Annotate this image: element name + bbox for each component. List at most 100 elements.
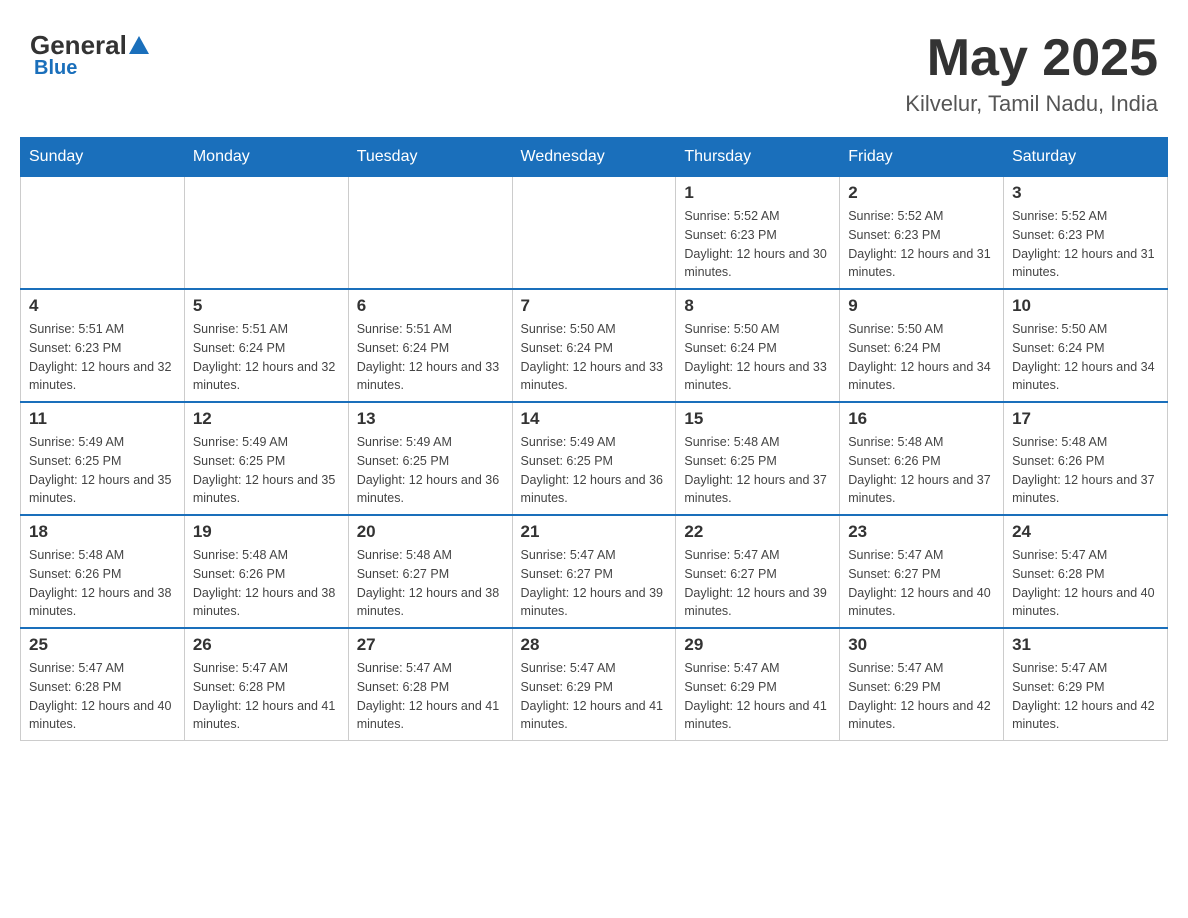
- day-info: Sunrise: 5:48 AMSunset: 6:26 PMDaylight:…: [193, 546, 340, 621]
- logo: General Blue: [30, 30, 149, 80]
- col-saturday: Saturday: [1004, 138, 1168, 177]
- table-row: 7 Sunrise: 5:50 AMSunset: 6:24 PMDaylight…: [512, 289, 676, 402]
- table-row: 13 Sunrise: 5:49 AMSunset: 6:25 PMDayligh…: [348, 402, 512, 515]
- day-number: 11: [29, 409, 176, 429]
- day-info: Sunrise: 5:50 AMSunset: 6:24 PMDaylight:…: [684, 320, 831, 395]
- day-number: 3: [1012, 183, 1159, 203]
- table-row: 11 Sunrise: 5:49 AMSunset: 6:25 PMDayligh…: [21, 402, 185, 515]
- day-number: 4: [29, 296, 176, 316]
- day-number: 18: [29, 522, 176, 542]
- day-info: Sunrise: 5:49 AMSunset: 6:25 PMDaylight:…: [521, 433, 668, 508]
- table-row: 19 Sunrise: 5:48 AMSunset: 6:26 PMDayligh…: [184, 515, 348, 628]
- day-number: 13: [357, 409, 504, 429]
- day-number: 21: [521, 522, 668, 542]
- page-header: General Blue May 2025 Kilvelur, Tamil Na…: [20, 20, 1168, 117]
- day-number: 27: [357, 635, 504, 655]
- table-row: 6Sunrise: 5:51 AMSunset: 6:24 PMDaylight…: [348, 289, 512, 402]
- day-info: Sunrise: 5:52 AMSunset: 6:23 PMDaylight:…: [684, 207, 831, 282]
- table-row: 30Sunrise: 5:47 AMSunset: 6:29 PMDayligh…: [840, 628, 1004, 741]
- day-number: 16: [848, 409, 995, 429]
- day-info: Sunrise: 5:47 AMSunset: 6:29 PMDaylight:…: [684, 659, 831, 734]
- day-info: Sunrise: 5:47 AMSunset: 6:27 PMDaylight:…: [521, 546, 668, 621]
- table-row: 18 Sunrise: 5:48 AMSunset: 6:26 PMDayligh…: [21, 515, 185, 628]
- col-sunday: Sunday: [21, 138, 185, 177]
- table-row: 9 Sunrise: 5:50 AMSunset: 6:24 PMDaylight…: [840, 289, 1004, 402]
- table-row: [184, 177, 348, 290]
- day-number: 22: [684, 522, 831, 542]
- month-title: May 2025: [905, 30, 1158, 87]
- day-info: Sunrise: 5:49 AMSunset: 6:25 PMDaylight:…: [193, 433, 340, 508]
- day-number: 26: [193, 635, 340, 655]
- day-number: 23: [848, 522, 995, 542]
- table-row: 4 Sunrise: 5:51 AMSunset: 6:23 PMDaylight…: [21, 289, 185, 402]
- day-info: Sunrise: 5:47 AMSunset: 6:28 PMDaylight:…: [357, 659, 504, 734]
- table-row: 20 Sunrise: 5:48 AMSunset: 6:27 PMDayligh…: [348, 515, 512, 628]
- table-row: 5 Sunrise: 5:51 AMSunset: 6:24 PMDaylight…: [184, 289, 348, 402]
- table-row: 26 Sunrise: 5:47 AMSunset: 6:28 PMDayligh…: [184, 628, 348, 741]
- day-number: 2: [848, 183, 995, 203]
- day-number: 25: [29, 635, 176, 655]
- table-row: 3 Sunrise: 5:52 AMSunset: 6:23 PMDaylight…: [1004, 177, 1168, 290]
- table-row: 17 Sunrise: 5:48 AMSunset: 6:26 PMDayligh…: [1004, 402, 1168, 515]
- day-info: Sunrise: 5:48 AMSunset: 6:26 PMDaylight:…: [848, 433, 995, 508]
- day-info: Sunrise: 5:52 AMSunset: 6:23 PMDaylight:…: [848, 207, 995, 282]
- day-number: 20: [357, 522, 504, 542]
- day-info: Sunrise: 5:47 AMSunset: 6:27 PMDaylight:…: [684, 546, 831, 621]
- day-info: Sunrise: 5:47 AMSunset: 6:28 PMDaylight:…: [1012, 546, 1159, 621]
- table-row: 10Sunrise: 5:50 AMSunset: 6:24 PMDayligh…: [1004, 289, 1168, 402]
- day-info: Sunrise: 5:51 AMSunset: 6:23 PMDaylight:…: [29, 320, 176, 395]
- day-number: 28: [521, 635, 668, 655]
- day-number: 15: [684, 409, 831, 429]
- table-row: 29 Sunrise: 5:47 AMSunset: 6:29 PMDayligh…: [676, 628, 840, 741]
- table-row: 16 Sunrise: 5:48 AMSunset: 6:26 PMDayligh…: [840, 402, 1004, 515]
- day-number: 7: [521, 296, 668, 316]
- day-info: Sunrise: 5:48 AMSunset: 6:26 PMDaylight:…: [29, 546, 176, 621]
- day-number: 19: [193, 522, 340, 542]
- day-info: Sunrise: 5:50 AMSunset: 6:24 PMDaylight:…: [521, 320, 668, 395]
- day-info: Sunrise: 5:49 AMSunset: 6:25 PMDaylight:…: [29, 433, 176, 508]
- day-number: 17: [1012, 409, 1159, 429]
- day-info: Sunrise: 5:47 AMSunset: 6:29 PMDaylight:…: [521, 659, 668, 734]
- table-row: 27 Sunrise: 5:47 AMSunset: 6:28 PMDayligh…: [348, 628, 512, 741]
- day-info: Sunrise: 5:51 AMSunset: 6:24 PMDaylight:…: [357, 320, 504, 395]
- day-info: Sunrise: 5:48 AMSunset: 6:27 PMDaylight:…: [357, 546, 504, 621]
- col-thursday: Thursday: [676, 138, 840, 177]
- table-row: 28 Sunrise: 5:47 AMSunset: 6:29 PMDayligh…: [512, 628, 676, 741]
- table-row: 14Sunrise: 5:49 AMSunset: 6:25 PMDayligh…: [512, 402, 676, 515]
- day-number: 29: [684, 635, 831, 655]
- table-row: 25 Sunrise: 5:47 AMSunset: 6:28 PMDayligh…: [21, 628, 185, 741]
- table-row: 2 Sunrise: 5:52 AMSunset: 6:23 PMDaylight…: [840, 177, 1004, 290]
- day-info: Sunrise: 5:47 AMSunset: 6:29 PMDaylight:…: [848, 659, 995, 734]
- table-row: [348, 177, 512, 290]
- calendar-table: Sunday Monday Tuesday Wednesday Thursday…: [20, 137, 1168, 741]
- table-row: 23 Sunrise: 5:47 AMSunset: 6:27 PMDayligh…: [840, 515, 1004, 628]
- day-number: 5: [193, 296, 340, 316]
- table-row: 1Sunrise: 5:52 AMSunset: 6:23 PMDaylight…: [676, 177, 840, 290]
- day-info: Sunrise: 5:47 AMSunset: 6:28 PMDaylight:…: [29, 659, 176, 734]
- day-info: Sunrise: 5:47 AMSunset: 6:27 PMDaylight:…: [848, 546, 995, 621]
- day-info: Sunrise: 5:52 AMSunset: 6:23 PMDaylight:…: [1012, 207, 1159, 282]
- logo-blue: Blue: [34, 57, 77, 80]
- table-row: 31 Sunrise: 5:47 AMSunset: 6:29 PMDayligh…: [1004, 628, 1168, 741]
- day-info: Sunrise: 5:49 AMSunset: 6:25 PMDaylight:…: [357, 433, 504, 508]
- table-row: 12Sunrise: 5:49 AMSunset: 6:25 PMDayligh…: [184, 402, 348, 515]
- col-monday: Monday: [184, 138, 348, 177]
- table-row: [21, 177, 185, 290]
- table-row: 8 Sunrise: 5:50 AMSunset: 6:24 PMDaylight…: [676, 289, 840, 402]
- day-info: Sunrise: 5:48 AMSunset: 6:26 PMDaylight:…: [1012, 433, 1159, 508]
- logo-triangle-icon: [129, 36, 149, 54]
- day-info: Sunrise: 5:47 AMSunset: 6:28 PMDaylight:…: [193, 659, 340, 734]
- table-row: 21 Sunrise: 5:47 AMSunset: 6:27 PMDayligh…: [512, 515, 676, 628]
- day-info: Sunrise: 5:50 AMSunset: 6:24 PMDaylight:…: [848, 320, 995, 395]
- col-friday: Friday: [840, 138, 1004, 177]
- day-number: 31: [1012, 635, 1159, 655]
- col-tuesday: Tuesday: [348, 138, 512, 177]
- col-wednesday: Wednesday: [512, 138, 676, 177]
- table-row: 24Sunrise: 5:47 AMSunset: 6:28 PMDayligh…: [1004, 515, 1168, 628]
- day-number: 10: [1012, 296, 1159, 316]
- day-info: Sunrise: 5:47 AMSunset: 6:29 PMDaylight:…: [1012, 659, 1159, 734]
- title-area: May 2025 Kilvelur, Tamil Nadu, India: [905, 30, 1158, 117]
- day-number: 8: [684, 296, 831, 316]
- day-info: Sunrise: 5:51 AMSunset: 6:24 PMDaylight:…: [193, 320, 340, 395]
- day-number: 9: [848, 296, 995, 316]
